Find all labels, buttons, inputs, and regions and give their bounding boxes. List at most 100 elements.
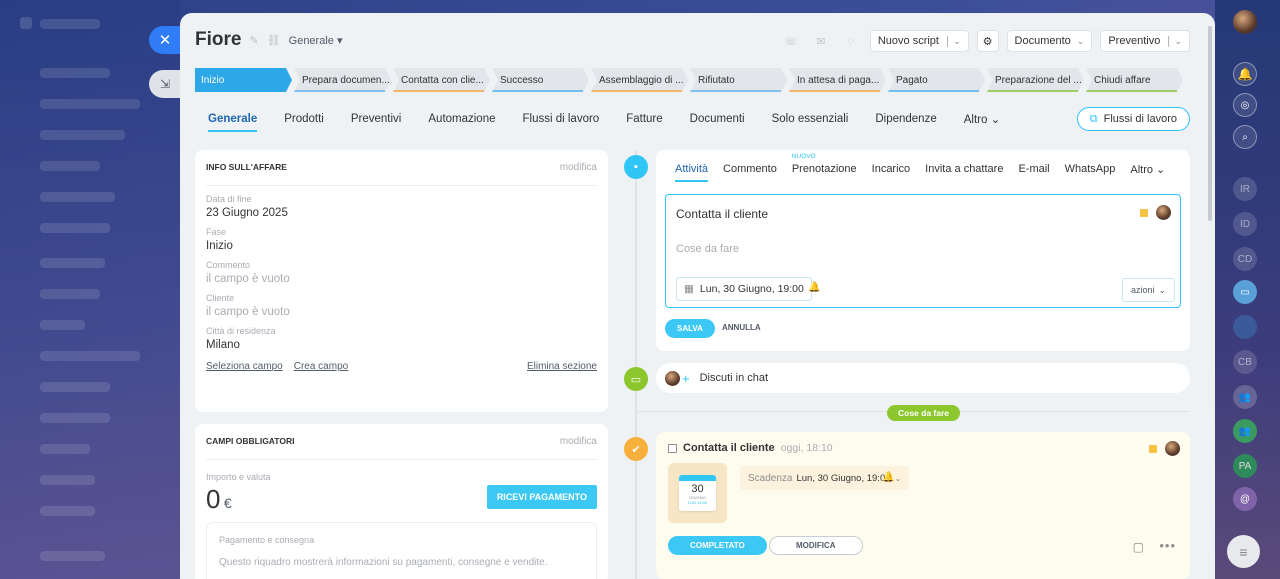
tab-fatture[interactable]: Fatture xyxy=(626,113,662,131)
tab-label: Fatture xyxy=(626,113,663,125)
tab-dipendenze[interactable]: Dipendenze xyxy=(875,113,936,131)
link-icon[interactable]: ⛓ xyxy=(267,34,281,47)
stage-8[interactable]: Pagato xyxy=(888,68,985,92)
close-icon[interactable]: ✕ xyxy=(149,26,181,54)
cancel-button[interactable]: ANNULLA xyxy=(722,323,761,332)
dock-group-icon[interactable]: 👥 xyxy=(1233,385,1257,409)
dock-chat-icon[interactable]: ▭ xyxy=(1233,280,1257,304)
actions-dropdown[interactable]: azioni ⌄ xyxy=(1121,278,1175,302)
mail-icon[interactable]: ✉ xyxy=(810,30,832,52)
tab-solo-essenziali[interactable]: Solo essenziali xyxy=(772,113,849,131)
card-title: INFO SULL'AFFARE xyxy=(206,162,287,172)
flows-button[interactable]: ⧉ Flussi di lavoro xyxy=(1076,107,1190,131)
tab-flussi-di-lavoro[interactable]: Flussi di lavoro xyxy=(523,113,600,131)
priority-marker[interactable] xyxy=(1140,208,1148,217)
preventivo-button[interactable]: Preventivo │ ⌄ xyxy=(1100,30,1190,52)
field-item[interactable]: Città di residenza Milano xyxy=(195,326,608,351)
stage-5[interactable]: Assemblaggio di ... xyxy=(591,68,688,92)
deadline-picker[interactable]: ▦ Lun, 30 Giugno, 19:00 xyxy=(676,277,812,301)
stage-label: Rifiutato xyxy=(698,74,735,86)
responsible-avatar[interactable] xyxy=(1165,441,1180,456)
chat-row[interactable]: + Discuti in chat xyxy=(656,363,1190,393)
target-icon[interactable]: ◎ xyxy=(1233,93,1257,117)
tab-prodotti[interactable]: Prodotti xyxy=(284,113,324,131)
dock-group-green-icon[interactable]: 👥 xyxy=(1233,419,1257,443)
field-item[interactable]: Cliente il campo è vuoto xyxy=(195,293,608,318)
category-selector[interactable]: Generale ▾ xyxy=(289,34,343,47)
activity-tab-e-mail[interactable]: E-mail xyxy=(1018,163,1049,182)
dock-user-cd[interactable]: CD xyxy=(1233,247,1257,271)
stage-6[interactable]: Rifiutato xyxy=(690,68,787,92)
stage-7[interactable]: In attesa di paga... xyxy=(789,68,886,92)
edit-link[interactable]: modifica xyxy=(560,162,597,173)
activity-tab-incarico[interactable]: Incarico xyxy=(872,163,911,182)
tab-documenti[interactable]: Documenti xyxy=(690,113,745,131)
stage-3[interactable]: Contatta con clie... xyxy=(393,68,490,92)
todo-title[interactable]: Contatta il cliente xyxy=(683,442,775,454)
settings-button[interactable]: ⚙ xyxy=(976,30,999,52)
activity-tab-whatsapp[interactable]: WhatsApp xyxy=(1065,163,1116,182)
activity-title-input[interactable]: Contatta il cliente xyxy=(676,207,1170,221)
activity-editor[interactable]: Contatta il cliente Cose da fare ▦ Lun, 3… xyxy=(665,194,1181,308)
tab-generale[interactable]: Generale xyxy=(208,113,258,132)
edit-pencil-icon[interactable]: ✎ xyxy=(249,34,258,47)
delete-section-link[interactable]: Elimina sezione xyxy=(527,361,597,372)
dock-avatar[interactable] xyxy=(1233,315,1257,339)
documento-button[interactable]: Documento ⌄ xyxy=(1006,30,1093,52)
bell-icon[interactable]: 🔔 xyxy=(1233,62,1257,86)
tab-automazione[interactable]: Automazione xyxy=(428,113,495,131)
activity-tab-prenotazione[interactable]: Prenotazione NUOVO xyxy=(792,153,857,182)
todo-checkbox[interactable] xyxy=(668,443,677,453)
create-field-link[interactable]: Crea campo xyxy=(294,361,348,372)
stage-9[interactable]: Preparazione del ... xyxy=(987,68,1084,92)
field-item[interactable]: Data di fine 23 Giugno 2025 xyxy=(195,194,608,219)
field-item[interactable]: Commento il campo è vuoto xyxy=(195,260,608,285)
phone-icon[interactable]: ☏ xyxy=(780,30,802,52)
receive-payment-button[interactable]: RICEVI PAGAMENTO xyxy=(486,485,597,509)
payment-box-title: Pagamento e consegna xyxy=(219,535,315,545)
activity-tab-invita-a-chattare[interactable]: Invita a chattare xyxy=(925,163,1003,182)
stage-4[interactable]: Successo xyxy=(492,68,589,92)
plus-icon[interactable]: + xyxy=(682,371,690,386)
nuovo-script-button[interactable]: Nuovo script │ ⌄ xyxy=(869,30,969,52)
tab-preventivi[interactable]: Preventivi xyxy=(351,113,402,131)
dock-user-ir[interactable]: IR xyxy=(1233,177,1257,201)
tab-label: Solo essenziali xyxy=(771,113,849,125)
stage-1[interactable]: Inizio xyxy=(195,68,292,92)
modify-button[interactable]: MODIFICA xyxy=(769,536,863,555)
bell-icon[interactable]: 🔔 xyxy=(808,282,820,293)
menu-icon[interactable]: ≡ xyxy=(1227,535,1260,568)
stage-2[interactable]: Prepara documen... xyxy=(294,68,391,92)
activity-tab-attività[interactable]: Attività xyxy=(675,163,709,182)
field-item[interactable]: Fase Inizio xyxy=(195,227,608,252)
stage-10[interactable]: Chiudi affare xyxy=(1086,68,1183,92)
priority-marker[interactable] xyxy=(1149,444,1157,453)
bg-row xyxy=(40,258,105,268)
tab-altro[interactable]: Altro ⌄ xyxy=(964,112,1001,132)
dock-at-icon[interactable]: @ xyxy=(1233,487,1257,511)
user-avatar[interactable] xyxy=(1233,10,1257,34)
stage-color-bar xyxy=(888,90,979,92)
dock-user-cb[interactable]: CB xyxy=(1233,350,1257,374)
dock-user-id[interactable]: ID xyxy=(1233,212,1257,236)
field-value: il campo è vuoto xyxy=(206,306,290,318)
select-field-link[interactable]: Seleziona campo xyxy=(206,361,283,372)
save-button[interactable]: SALVA xyxy=(665,319,715,338)
complete-button[interactable]: COMPLETATO xyxy=(668,536,767,555)
more-icon[interactable]: ••• xyxy=(1159,538,1176,553)
chevron-down-icon: ⌄ xyxy=(1076,35,1085,46)
scrollbar[interactable] xyxy=(1208,26,1212,221)
activity-tab-commento[interactable]: Commento xyxy=(723,163,777,182)
responsible-avatar[interactable] xyxy=(1156,205,1171,220)
note-icon[interactable]: ▢ xyxy=(1133,540,1144,554)
search-icon[interactable]: ⌕ xyxy=(1233,125,1257,149)
dock-user-pa[interactable]: PA xyxy=(1233,454,1257,478)
minimize-icon[interactable]: ⇲ xyxy=(149,70,181,98)
chat-icon[interactable]: ◌ xyxy=(840,30,862,52)
description-input[interactable]: Cose da fare xyxy=(676,243,1170,255)
activity-tab-altro[interactable]: Altro ⌄ xyxy=(1130,163,1165,182)
edit-link[interactable]: modifica xyxy=(560,436,597,447)
activity-tab-label: WhatsApp xyxy=(1064,163,1116,175)
todo-item: Contatta il cliente oggi, 18:10 30 GIUGN… xyxy=(656,432,1190,579)
bell-icon[interactable]: 🔔 xyxy=(882,472,894,483)
